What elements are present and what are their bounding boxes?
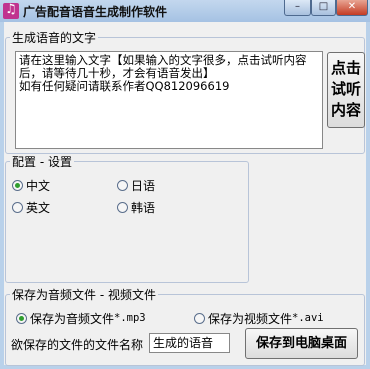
save-legend: 保存为音频文件 - 视频文件	[12, 288, 156, 302]
listen-button-line-2: 试听	[330, 80, 361, 98]
voice-text-legend: 生成语音的文字	[12, 31, 97, 45]
filename-label: 欲保存的文件的文件名称	[11, 338, 144, 352]
save-to-desktop-button[interactable]: 保存到电脑桌面	[245, 328, 358, 359]
radio-chinese-dot[interactable]	[12, 179, 23, 191]
listen-button-line-3: 内容	[330, 101, 361, 119]
radio-english-dot[interactable]	[12, 201, 23, 213]
close-button[interactable]: ✕	[336, 0, 368, 16]
radio-save-video-dot[interactable]	[194, 312, 205, 324]
voice-text-input[interactable]: 请在这里输入文字【如果输入的文字很多，点击试听内容后，请等待几十秒，才会有语音发…	[15, 51, 323, 149]
radio-chinese[interactable]: 中文	[12, 177, 50, 193]
radio-english-label: 英文	[26, 200, 51, 215]
window-title: 广告配音语音生成制作软件	[23, 5, 168, 19]
radio-english[interactable]: 英文	[12, 199, 50, 215]
title-bar[interactable]: 广告配音语音生成制作软件 – □ ✕	[0, 0, 370, 22]
maximize-button[interactable]: □	[311, 0, 336, 16]
radio-save-audio-dot[interactable]	[16, 312, 27, 324]
radio-korean-dot[interactable]	[117, 201, 128, 213]
filename-input[interactable]: 生成的语音	[149, 333, 230, 353]
radio-save-audio-ext: *.mp3	[114, 312, 146, 324]
listen-button[interactable]: 点击 试听 内容	[327, 52, 365, 128]
radio-save-video-label: 保存为视频文件	[208, 311, 293, 326]
client-area: 生成语音的文字 请在这里输入文字【如果输入的文字很多，点击试听内容后，请等待几十…	[4, 22, 366, 366]
radio-korean[interactable]: 韩语	[117, 199, 155, 215]
listen-button-line-1: 点击	[330, 59, 361, 77]
config-group: 配置 - 设置	[5, 153, 249, 283]
radio-japanese-dot[interactable]	[117, 179, 128, 191]
app-window: 广告配音语音生成制作软件 – □ ✕ 生成语音的文字 请在这里输入文字【如果输入…	[0, 0, 370, 369]
radio-save-audio[interactable]: 保存为音频文件 *.mp3	[16, 310, 146, 326]
radio-save-video-ext: *.avi	[292, 312, 324, 324]
radio-japanese-label: 日语	[131, 178, 156, 193]
radio-korean-label: 韩语	[131, 200, 156, 215]
radio-save-video[interactable]: 保存为视频文件 *.avi	[194, 310, 324, 326]
minimize-button[interactable]: –	[284, 0, 311, 16]
music-note-icon	[3, 2, 19, 19]
radio-save-audio-label: 保存为音频文件	[30, 311, 115, 326]
radio-chinese-label: 中文	[26, 178, 51, 193]
radio-japanese[interactable]: 日语	[117, 177, 155, 193]
config-legend: 配置 - 设置	[12, 155, 72, 169]
